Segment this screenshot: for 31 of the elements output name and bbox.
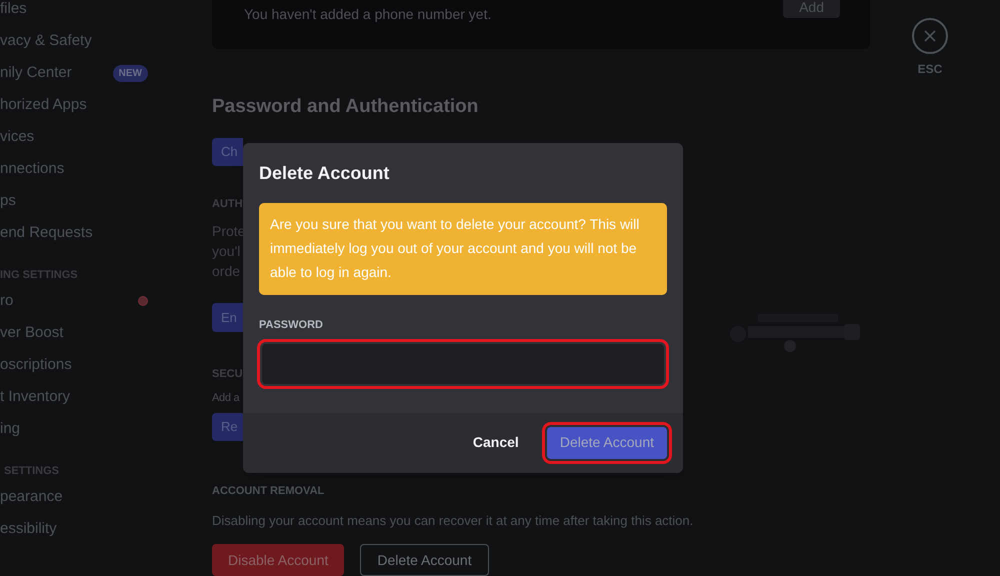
warning-text: Are you sure that you want to delete your account? This will immediately log you out of your account and you will not be able to log in again.: [270, 216, 640, 280]
sidebar-item[interactable]: pearance: [0, 481, 170, 513]
sidebar-item[interactable]: essibility: [0, 513, 170, 545]
sidebar-item[interactable]: ing: [0, 413, 170, 445]
field-label: PASSWORD: [259, 318, 324, 333]
close-icon: [923, 29, 937, 43]
dialog-title: Delete Account: [259, 162, 390, 185]
sidebar-item[interactable]: ver Boost: [0, 317, 170, 349]
sidebar-item[interactable]: end Requests: [0, 217, 170, 249]
section-title: Password and Authentication: [212, 95, 480, 120]
sidebar-item[interactable]: ps: [0, 185, 170, 217]
account-button[interactable]: Disable Account: [212, 544, 344, 576]
sidebar-item[interactable]: t Inventory: [0, 381, 170, 413]
cancel-button[interactable]: Cancel: [472, 432, 519, 453]
sidebar-item[interactable]: ro: [0, 285, 170, 317]
sidebar-item[interactable]: vacy & Safety: [0, 25, 170, 57]
esc-label: ESC: [918, 61, 942, 78]
sidebar-item[interactable]: nily Center NEW: [0, 57, 170, 89]
sidebar-item[interactable]: horized Apps: [0, 89, 170, 121]
description-text: Disabling your account means you can recover it at any time after taking this action.: [212, 512, 694, 530]
description-text: Add a: [212, 391, 240, 406]
sidebar-item[interactable]: oscriptions: [0, 349, 170, 381]
section-label: ACCOUNT REMOVAL: [212, 484, 326, 500]
phone-status-text: You haven't added a phone number yet.: [244, 5, 492, 24]
sidebar-item[interactable]: vices: [0, 121, 170, 153]
account-button[interactable]: Delete Account: [360, 544, 489, 576]
new-badge: NEW: [112, 64, 148, 82]
password-field[interactable]: [262, 344, 664, 384]
sidebar-item[interactable]: files: [0, 0, 170, 25]
sidebar-item[interactable]: nnections: [0, 153, 170, 185]
close-button[interactable]: [912, 18, 948, 54]
